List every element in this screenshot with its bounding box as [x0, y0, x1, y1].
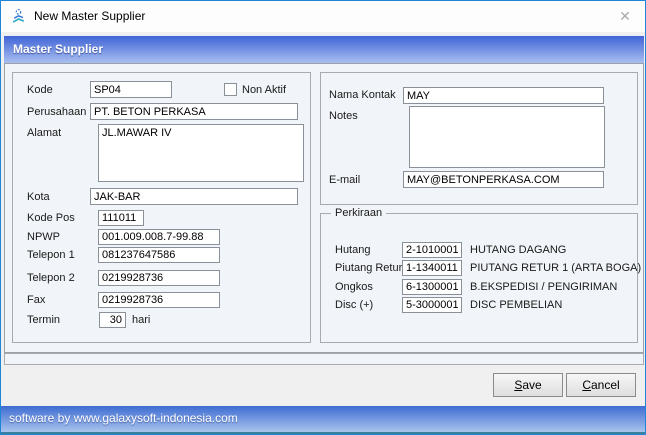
app-icon: [10, 8, 27, 25]
status-bar-text: software by www.galaxysoft-indonesia.com: [9, 406, 645, 431]
hutang-account-desc: HUTANG DAGANG: [470, 244, 566, 256]
hutang-label: Hutang: [335, 244, 370, 256]
piutang-retur-account-desc: PIUTANG RETUR 1 (ARTA BOGA): [470, 262, 641, 274]
fax-input[interactable]: [98, 292, 220, 308]
kode-pos-label: Kode Pos: [27, 212, 75, 224]
separator-strip: [4, 353, 644, 365]
piutang-retur-label: Piutang Retur: [335, 262, 402, 274]
ongkos-label: Ongkos: [335, 281, 373, 293]
content-panel: Perkiraan Kode Non Aktif Perusahaan Alam…: [4, 63, 644, 353]
kota-label: Kota: [27, 191, 50, 203]
email-label: E-mail: [329, 174, 360, 186]
alamat-label: Alamat: [27, 127, 61, 139]
telepon1-input[interactable]: [98, 247, 220, 263]
disc-account-desc: DISC PEMBELIAN: [470, 299, 562, 311]
ongkos-account-input[interactable]: [402, 279, 462, 295]
disc-label: Disc (+): [335, 299, 373, 311]
perusahaan-label: Perusahaan: [27, 106, 86, 118]
notes-label: Notes: [329, 110, 358, 122]
telepon1-label: Telepon 1: [27, 249, 75, 261]
nama-kontak-label: Nama Kontak: [329, 89, 396, 101]
nama-kontak-input[interactable]: [403, 87, 604, 104]
termin-input[interactable]: [99, 312, 126, 328]
email-input[interactable]: [403, 171, 604, 188]
save-button[interactable]: Save: [493, 373, 563, 397]
disc-account-input[interactable]: [402, 297, 462, 313]
status-bar: software by www.galaxysoft-indonesia.com: [1, 406, 645, 434]
kota-input[interactable]: [90, 188, 298, 205]
notes-textarea[interactable]: [409, 106, 605, 168]
npwp-label: NPWP: [27, 231, 60, 243]
window-title: New Master Supplier: [34, 9, 145, 23]
save-button-label: Save: [494, 374, 562, 396]
fax-label: Fax: [27, 294, 45, 306]
termin-suffix: hari: [132, 314, 150, 326]
non-aktif-checkbox[interactable]: [224, 83, 237, 96]
cancel-button-label: Cancel: [567, 374, 635, 396]
perkiraan-group: [320, 213, 638, 343]
hutang-account-input[interactable]: [402, 242, 462, 258]
close-icon[interactable]: ✕: [614, 6, 636, 27]
termin-label: Termin: [27, 314, 60, 326]
non-aktif-label: Non Aktif: [242, 84, 286, 96]
perkiraan-group-caption: Perkiraan: [331, 207, 386, 219]
piutang-retur-account-input[interactable]: [402, 260, 462, 276]
titlebar: New Master Supplier ✕: [1, 1, 645, 32]
npwp-input[interactable]: [98, 229, 220, 245]
kode-pos-input[interactable]: [98, 210, 144, 226]
form-header-title: Master Supplier: [13, 36, 644, 63]
telepon2-input[interactable]: [98, 270, 220, 286]
cancel-button[interactable]: Cancel: [566, 373, 636, 397]
dialog-window: New Master Supplier ✕ Master Supplier Pe…: [0, 0, 646, 435]
alamat-textarea[interactable]: [98, 124, 304, 182]
kode-label: Kode: [27, 84, 53, 96]
telepon2-label: Telepon 2: [27, 272, 75, 284]
kode-input[interactable]: [90, 81, 172, 98]
ongkos-account-desc: B.EKSPEDISI / PENGIRIMAN: [470, 281, 617, 293]
perusahaan-input[interactable]: [90, 103, 298, 120]
form-header-bar: Master Supplier: [4, 35, 644, 63]
